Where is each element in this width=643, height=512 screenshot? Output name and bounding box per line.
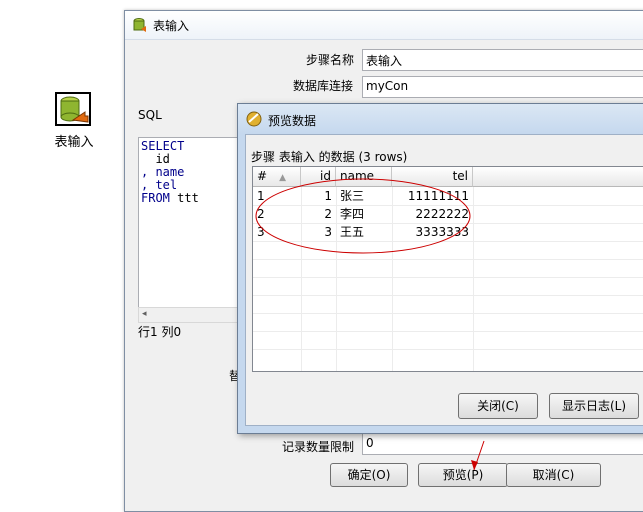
annotation-ellipse [255, 178, 471, 254]
annotation-overlay [255, 178, 485, 471]
